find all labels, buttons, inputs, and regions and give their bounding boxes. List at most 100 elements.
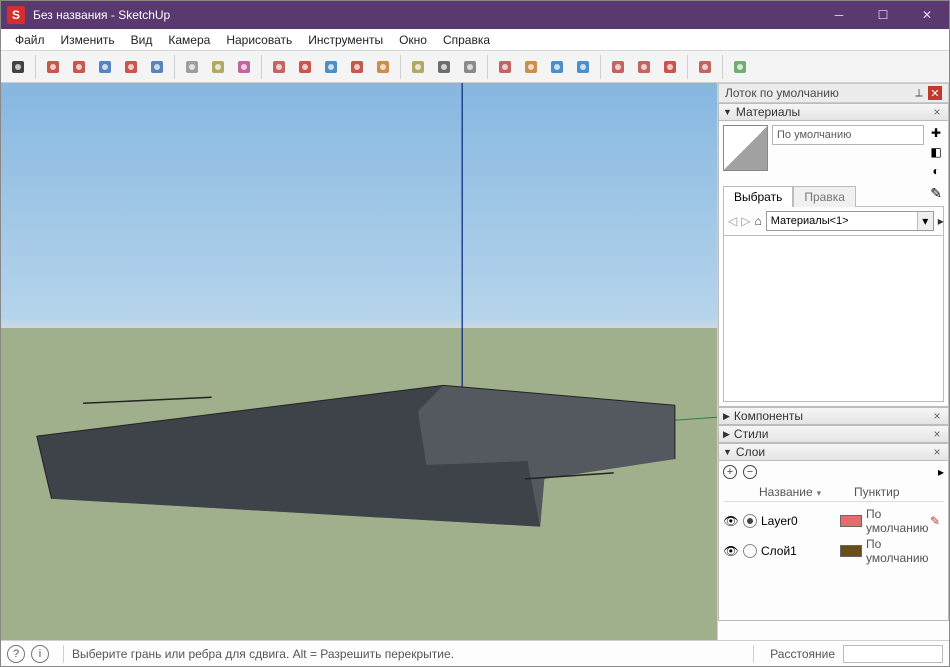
panel-materials-label: Материалы xyxy=(736,105,800,119)
addloc-icon[interactable] xyxy=(692,54,718,80)
zoom-icon[interactable] xyxy=(544,54,570,80)
tray-title-label: Лоток по умолчанию xyxy=(725,86,839,100)
toolbar-separator xyxy=(487,55,488,79)
workspace: Лоток по умолчанию ⟂ ✕ ▼ Материалы × ✚ ◧… xyxy=(1,83,949,640)
layers-menu-icon[interactable]: ▸ xyxy=(938,465,944,479)
nav-fwd-icon[interactable]: ▷ xyxy=(741,213,750,229)
tab-select-label: Выбрать xyxy=(734,190,782,204)
tape2-icon[interactable] xyxy=(405,54,431,80)
layer-color-swatch[interactable] xyxy=(840,515,862,527)
circle-icon[interactable] xyxy=(144,54,170,80)
col-name-header[interactable]: Название▾ xyxy=(723,485,854,499)
select-icon[interactable] xyxy=(5,54,31,80)
material-name-input[interactable] xyxy=(772,125,924,145)
warehouse-icon[interactable] xyxy=(605,54,631,80)
maximize-button[interactable]: ☐ xyxy=(861,1,905,29)
lib-menu-icon[interactable]: ▸ xyxy=(938,213,944,229)
layer-dash[interactable]: По умолчанию xyxy=(866,537,930,565)
nav-home-icon[interactable]: ⌂ xyxy=(754,213,761,229)
freehand-icon[interactable] xyxy=(66,54,92,80)
pushpull-icon[interactable] xyxy=(266,54,292,80)
paint-icon[interactable] xyxy=(231,54,257,80)
panel-close-icon[interactable]: × xyxy=(930,427,944,441)
layer-color-swatch[interactable] xyxy=(840,545,862,557)
menu-5[interactable]: Инструменты xyxy=(300,31,391,49)
menu-2[interactable]: Вид xyxy=(123,31,161,49)
material-gallery[interactable] xyxy=(723,236,944,402)
pin-icon[interactable]: ⟂ xyxy=(912,86,926,100)
toolbar-separator xyxy=(35,55,36,79)
panel-layers-header[interactable]: ▼ Слои × xyxy=(718,443,949,461)
toolbar-separator xyxy=(687,55,688,79)
toolbar-separator xyxy=(261,55,262,79)
menu-1[interactable]: Изменить xyxy=(53,31,123,49)
tray-close-icon[interactable]: ✕ xyxy=(928,86,942,100)
close-button[interactable]: ✕ xyxy=(905,1,949,29)
layer-name[interactable]: Слой1 xyxy=(761,544,840,558)
materials-panel: ✚ ◧ ◐ Выбрать Правка ✎ ◁ ▷ ⌂ ▾ ▸ xyxy=(718,121,949,407)
app-icon: S xyxy=(7,6,25,24)
extensions-icon[interactable] xyxy=(631,54,657,80)
help-icon[interactable]: ? xyxy=(7,645,25,663)
panel-close-icon[interactable]: × xyxy=(930,445,944,459)
layer-dash[interactable]: По умолчанию xyxy=(866,507,930,535)
expand-arrow-icon: ▶ xyxy=(723,411,730,422)
panel-components-label: Компоненты xyxy=(734,409,803,423)
add-layer-icon[interactable]: + xyxy=(723,465,737,479)
menu-0[interactable]: Файл xyxy=(7,31,53,49)
material-swatch[interactable] xyxy=(723,125,768,171)
rotate-icon[interactable] xyxy=(344,54,370,80)
default-material-icon[interactable]: ◧ xyxy=(928,144,944,160)
visibility-icon[interactable]: 👁 xyxy=(723,514,739,528)
panel-close-icon[interactable]: × xyxy=(930,105,944,119)
eyedropper-icon[interactable]: ✎ xyxy=(930,185,944,206)
edit-layer-icon[interactable]: ✎ xyxy=(930,514,944,528)
distance-value[interactable] xyxy=(843,645,943,663)
layer-name[interactable]: Layer0 xyxy=(761,514,840,528)
tab-edit[interactable]: Правка xyxy=(793,186,856,207)
menu-7[interactable]: Справка xyxy=(435,31,498,49)
collapse-arrow-icon: ▼ xyxy=(723,107,732,117)
tab-edit-label: Правка xyxy=(804,190,845,204)
dim-icon[interactable] xyxy=(457,54,483,80)
nav-back-icon[interactable]: ◁ xyxy=(728,213,737,229)
rectangle-icon[interactable] xyxy=(92,54,118,80)
menu-6[interactable]: Окно xyxy=(391,31,435,49)
remove-layer-icon[interactable]: − xyxy=(743,465,757,479)
menubar: ФайлИзменитьВидКамераНарисоватьИнструмен… xyxy=(1,29,949,51)
world-material-icon[interactable]: ◐ xyxy=(928,163,944,179)
panel-styles-header[interactable]: ▶ Стили × xyxy=(718,425,949,443)
move-icon[interactable] xyxy=(318,54,344,80)
material-lib-select[interactable] xyxy=(767,212,917,230)
orbit-icon[interactable] xyxy=(492,54,518,80)
eraser-icon[interactable] xyxy=(179,54,205,80)
menu-4[interactable]: Нарисовать xyxy=(218,31,300,49)
offset-icon[interactable] xyxy=(292,54,318,80)
visibility-icon[interactable]: 👁 xyxy=(723,544,739,558)
pan-icon[interactable] xyxy=(518,54,544,80)
tape-icon[interactable] xyxy=(205,54,231,80)
panel-materials-header[interactable]: ▼ Материалы × xyxy=(718,103,949,121)
panel-components-header[interactable]: ▶ Компоненты × xyxy=(718,407,949,425)
panel-close-icon[interactable]: × xyxy=(930,409,944,423)
chevron-down-icon[interactable]: ▾ xyxy=(917,212,933,230)
layer-row[interactable]: 👁 Layer0 По умолчанию✎ xyxy=(723,506,944,536)
info-icon[interactable]: i xyxy=(31,645,49,663)
menu-3[interactable]: Камера xyxy=(160,31,218,49)
layer-row[interactable]: 👁 Слой1 По умолчанию xyxy=(723,536,944,566)
col-dash-header[interactable]: Пунктир xyxy=(854,485,944,499)
text-icon[interactable] xyxy=(431,54,457,80)
layers-icon[interactable] xyxy=(657,54,683,80)
zoomext-icon[interactable] xyxy=(570,54,596,80)
active-layer-radio[interactable] xyxy=(743,544,757,558)
minimize-button[interactable]: ─ xyxy=(817,1,861,29)
line-icon[interactable] xyxy=(40,54,66,80)
create-material-icon[interactable]: ✚ xyxy=(928,125,944,141)
user-icon[interactable] xyxy=(727,54,753,80)
tab-select[interactable]: Выбрать xyxy=(723,186,793,207)
distance-label: Расстояние xyxy=(762,647,843,661)
scale-icon[interactable] xyxy=(370,54,396,80)
3d-viewport[interactable] xyxy=(1,83,717,640)
active-layer-radio[interactable] xyxy=(743,514,757,528)
arc-icon[interactable] xyxy=(118,54,144,80)
